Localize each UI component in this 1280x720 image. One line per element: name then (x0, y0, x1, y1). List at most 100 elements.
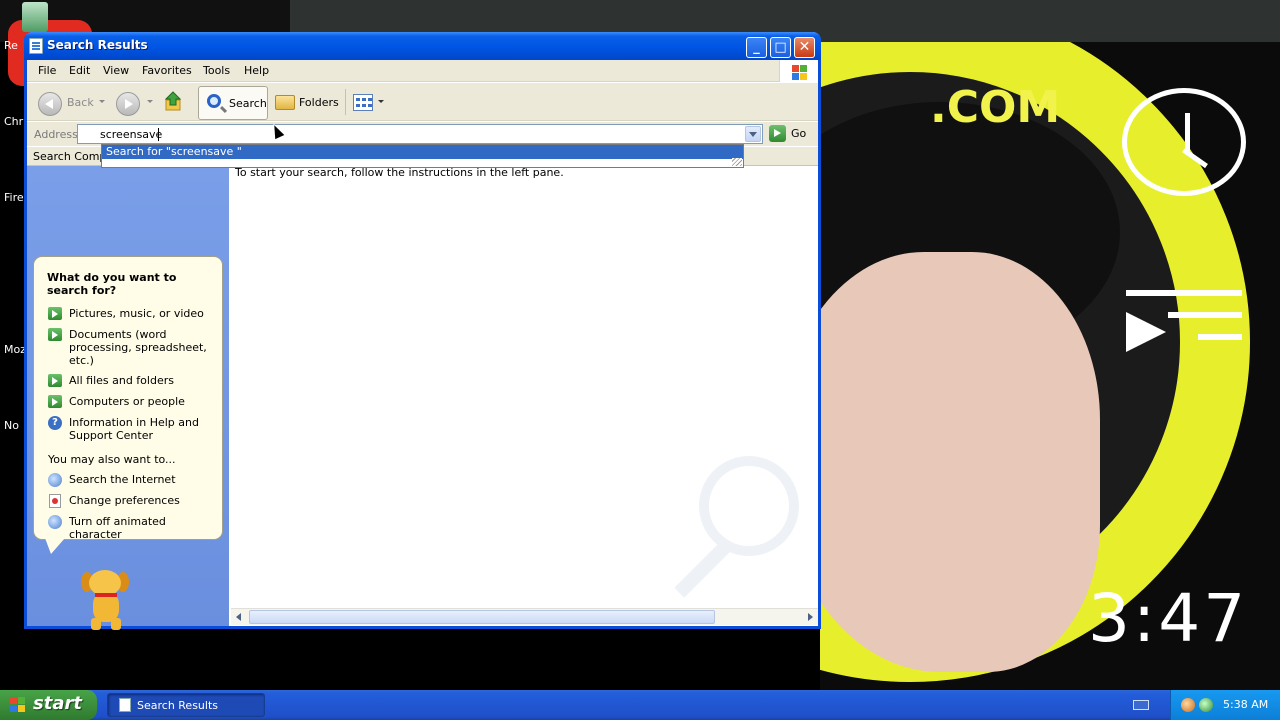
address-dropdown-button[interactable] (745, 126, 761, 142)
address-input[interactable]: screensave (77, 124, 763, 144)
menu-favorites[interactable]: Favorites (142, 64, 192, 77)
window-icon (119, 698, 131, 712)
search-options-balloon: What do you want to search for? Pictures… (33, 256, 223, 541)
wallpaper-time: 3:47 (1088, 580, 1249, 657)
windows-flag-icon (779, 60, 818, 82)
title-bar[interactable]: Search Results _ □ ✕ (24, 32, 821, 60)
balloon-tail (45, 538, 65, 554)
address-autocomplete-dropdown: Search for "screensave " (101, 144, 744, 168)
views-icon (353, 94, 373, 111)
search-results-window: Search Results _ □ ✕ File Edit View Favo… (24, 32, 821, 630)
back-dropdown-icon[interactable] (99, 100, 105, 103)
scroll-right-button[interactable] (802, 609, 818, 625)
menu-bar: File Edit View Favorites Tools Help (27, 60, 818, 82)
window-icon (29, 38, 43, 54)
also-want-label: You may also want to... (48, 453, 176, 466)
menu-view[interactable]: View (103, 64, 129, 77)
folder-icon (275, 95, 295, 110)
search-dog-character[interactable] (79, 566, 135, 632)
wallpaper-com-text: .COM (930, 82, 1061, 133)
taskbar-clock[interactable]: 5:38 AM (1223, 698, 1268, 711)
windows-logo-icon (10, 697, 26, 713)
option-label: Search the Internet (69, 473, 176, 486)
search-companion-pane: What do you want to search for? Pictures… (27, 166, 229, 630)
up-folder-button[interactable] (163, 86, 189, 118)
start-label: start (33, 693, 82, 714)
green-arrow-icon (48, 395, 62, 408)
resize-grip[interactable] (732, 158, 742, 166)
horizontal-scrollbar[interactable] (231, 608, 818, 625)
back-label: Back (67, 96, 94, 109)
menu-tools[interactable]: Tools (203, 64, 230, 77)
green-arrow-icon (48, 328, 62, 341)
option-label: Computers or people (69, 395, 185, 408)
magnifier-watermark-handle (674, 538, 734, 598)
desktop-icon-label-mozilla[interactable]: Moz (4, 343, 26, 356)
internet-search-icon (48, 473, 62, 487)
taskbar-button-search-results[interactable]: Search Results (107, 693, 265, 717)
desktop-icon-label-chrome[interactable]: Chr (4, 115, 23, 128)
option-label: Documents (word processing, spreadsheet,… (69, 328, 207, 367)
back-arrow-icon (38, 92, 62, 116)
autocomplete-item[interactable]: Search for "screensave " (102, 145, 743, 159)
back-button[interactable]: Back (35, 86, 105, 118)
results-pane: To start your search, follow the instruc… (229, 166, 818, 626)
desktop-icon-label-notepad[interactable]: No (4, 419, 19, 432)
scroll-left-button[interactable] (231, 609, 247, 625)
start-button[interactable]: start (0, 690, 97, 720)
option-label: Information in Help and Support Center (69, 416, 199, 442)
standard-toolbar: Back Search Folders (27, 83, 818, 121)
tray-security-icon[interactable] (1181, 698, 1195, 712)
maximize-button[interactable]: □ (770, 37, 791, 58)
help-icon: ? (48, 416, 62, 430)
magnifier-watermark-icon (699, 456, 799, 556)
search-label: Search (229, 97, 267, 110)
globe-icon (48, 515, 62, 529)
close-button[interactable]: ✕ (794, 37, 815, 58)
green-arrow-icon (48, 307, 62, 320)
recycle-bin-icon[interactable] (22, 2, 48, 32)
green-arrow-icon (48, 374, 62, 387)
menu-help[interactable]: Help (244, 64, 269, 77)
wallpaper: .COM 3:47 (820, 42, 1280, 690)
menu-edit[interactable]: Edit (69, 64, 90, 77)
clock-icon (1122, 88, 1246, 196)
scrollbar-thumb[interactable] (249, 610, 715, 624)
menu-file[interactable]: File (38, 64, 56, 77)
preferences-icon (49, 494, 61, 508)
option-label: Change preferences (69, 494, 180, 507)
views-dropdown-icon[interactable] (378, 100, 384, 103)
up-folder-icon (165, 91, 182, 111)
search-question-heading: What do you want to search for? (47, 271, 177, 297)
search-button[interactable]: Search (198, 86, 268, 120)
forward-button[interactable] (113, 86, 153, 118)
option-label: All files and folders (69, 374, 174, 387)
keyboard-icon[interactable] (1133, 700, 1149, 710)
system-tray: 5:38 AM (1170, 690, 1280, 720)
queue-icon (1126, 290, 1242, 360)
minimize-button[interactable]: _ (746, 37, 767, 58)
option-label: Pictures, music, or video (69, 307, 204, 320)
address-label: Address (34, 128, 78, 141)
go-button[interactable]: Go (769, 124, 817, 144)
address-bar: Address screensave Go (27, 122, 818, 146)
search-icon (207, 94, 221, 108)
forward-arrow-icon (116, 92, 140, 116)
window-title: Search Results (47, 38, 148, 52)
address-input-value: screensave (100, 128, 163, 141)
option-label: Turn off animated character (69, 515, 166, 541)
desktop-icon-label-firefox[interactable]: Fire (4, 191, 24, 204)
taskbar-button-label: Search Results (137, 699, 219, 712)
folders-label: Folders (299, 96, 339, 109)
go-arrow-icon (769, 125, 786, 142)
toolbar-separator (345, 89, 346, 115)
go-label: Go (791, 127, 807, 140)
wallpaper-face (820, 252, 1100, 672)
views-button[interactable] (351, 86, 387, 118)
desktop-icon-label-recycle[interactable]: Re (4, 39, 18, 52)
tray-network-icon[interactable] (1199, 698, 1213, 712)
taskbar: start Search Results 5:38 AM (0, 690, 1280, 720)
text-caret (158, 128, 159, 141)
folders-button[interactable]: Folders (273, 86, 339, 118)
forward-dropdown-icon[interactable] (147, 100, 153, 103)
